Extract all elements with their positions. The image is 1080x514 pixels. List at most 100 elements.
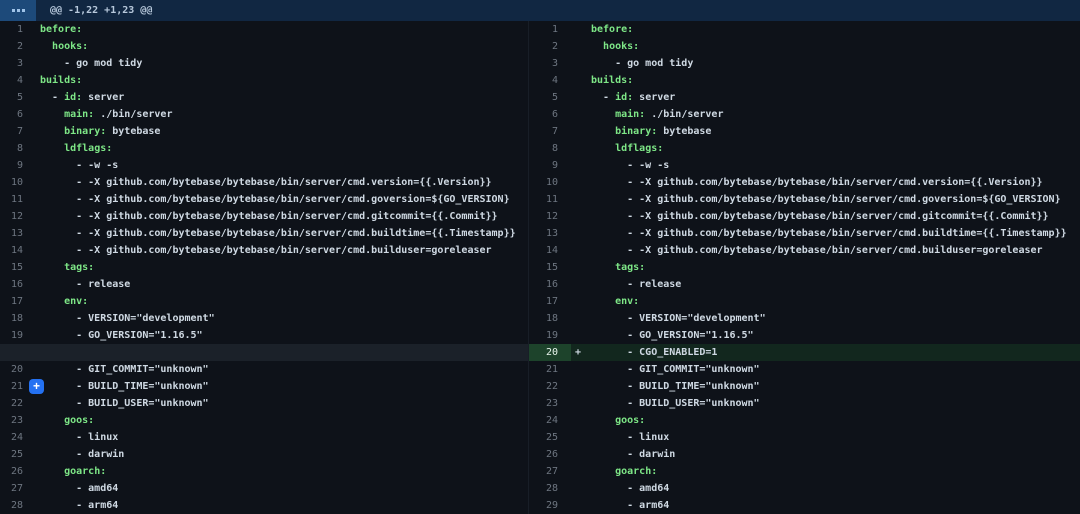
code-text: - -X github.com/bytebase/bytebase/bin/se… — [40, 194, 510, 205]
line-number[interactable]: 22 — [529, 378, 571, 395]
line-number[interactable]: 26 — [0, 463, 28, 480]
expand-hunk-button[interactable] — [0, 0, 36, 21]
diff-row-new: 7 binary: bytebase — [529, 123, 1080, 140]
line-number[interactable]: 10 — [529, 174, 571, 191]
code-text — [40, 415, 64, 426]
line-number[interactable]: 13 — [529, 225, 571, 242]
line-number[interactable]: 3 — [529, 55, 571, 72]
line-number[interactable]: 17 — [0, 293, 28, 310]
hunk-header-bar: @@ -1,22 +1,23 @@ — [0, 0, 1080, 21]
line-number[interactable]: 11 — [0, 191, 28, 208]
line-number[interactable]: 14 — [0, 242, 28, 259]
line-number[interactable]: 7 — [529, 123, 571, 140]
line-number[interactable]: 22 — [0, 395, 28, 412]
yaml-key: hooks: — [52, 41, 88, 52]
line-code: - -X github.com/bytebase/bytebase/bin/se… — [591, 208, 1080, 225]
line-number[interactable]: 16 — [529, 276, 571, 293]
diff-marker — [28, 140, 40, 157]
line-number[interactable]: 5 — [529, 89, 571, 106]
diff-row-old: 11 - -X github.com/bytebase/bytebase/bin… — [0, 191, 528, 208]
line-number[interactable]: 4 — [0, 72, 28, 89]
line-code: tags: — [591, 259, 1080, 276]
code-text: server — [82, 92, 124, 103]
line-number[interactable]: 27 — [529, 463, 571, 480]
diff-marker — [28, 38, 40, 55]
diff-marker — [28, 72, 40, 89]
line-number[interactable]: 26 — [529, 446, 571, 463]
line-number[interactable]: 18 — [529, 310, 571, 327]
line-number[interactable]: 2 — [529, 38, 571, 55]
line-number[interactable]: 16 — [0, 276, 28, 293]
line-number[interactable]: 24 — [529, 412, 571, 429]
code-text: - go mod tidy — [591, 58, 693, 69]
line-number[interactable]: 8 — [0, 140, 28, 157]
diff-row-new: 19 - GO_VERSION="1.16.5" — [529, 327, 1080, 344]
line-code: - release — [40, 276, 528, 293]
line-number[interactable]: 3 — [0, 55, 28, 72]
code-text — [591, 466, 615, 477]
line-number[interactable]: 10 — [0, 174, 28, 191]
line-number[interactable]: 17 — [529, 293, 571, 310]
yaml-key: env: — [64, 296, 88, 307]
line-number[interactable]: 9 — [529, 157, 571, 174]
line-number[interactable]: 11 — [529, 191, 571, 208]
line-number[interactable]: 4 — [529, 72, 571, 89]
diff-row-new: 28 - amd64 — [529, 480, 1080, 497]
line-number[interactable]: 8 — [529, 140, 571, 157]
add-comment-button[interactable]: + — [29, 379, 44, 394]
code-text: ./bin/server — [94, 109, 172, 120]
line-number[interactable]: 7 — [0, 123, 28, 140]
diff-marker — [571, 191, 591, 208]
diff-row-old: 8 ldflags: — [0, 140, 528, 157]
diff-row-new: 4builds: — [529, 72, 1080, 89]
line-number[interactable]: 29 — [529, 497, 571, 514]
diff-marker — [28, 208, 40, 225]
line-number[interactable]: 21 — [529, 361, 571, 378]
code-text: - — [591, 92, 615, 103]
line-number[interactable]: 15 — [0, 259, 28, 276]
line-number[interactable]: 14 — [529, 242, 571, 259]
line-number[interactable]: 1 — [0, 21, 28, 38]
diff-row-old: 17 env: — [0, 293, 528, 310]
line-number[interactable]: 23 — [529, 395, 571, 412]
code-text: - BUILD_USER="unknown" — [40, 398, 209, 409]
diff-marker — [28, 429, 40, 446]
diff-marker — [571, 276, 591, 293]
line-number[interactable]: 21+ — [0, 378, 28, 395]
line-number[interactable]: 28 — [529, 480, 571, 497]
line-number[interactable]: 1 — [529, 21, 571, 38]
line-code: hooks: — [40, 38, 528, 55]
line-number[interactable]: 9 — [0, 157, 28, 174]
line-number[interactable]: 6 — [529, 106, 571, 123]
code-text: - arm64 — [591, 500, 669, 511]
yaml-key: goarch: — [64, 466, 106, 477]
line-number[interactable]: 6 — [0, 106, 28, 123]
line-number[interactable]: 25 — [529, 429, 571, 446]
code-text — [591, 126, 615, 137]
line-number[interactable]: 19 — [0, 327, 28, 344]
line-number[interactable]: 28 — [0, 497, 28, 514]
diff-marker — [571, 242, 591, 259]
line-number[interactable]: 27 — [0, 480, 28, 497]
line-number[interactable]: 20 — [0, 361, 28, 378]
diff-row-new: 25 - linux — [529, 429, 1080, 446]
line-number[interactable]: 13 — [0, 225, 28, 242]
line-number[interactable]: 5 — [0, 89, 28, 106]
line-number[interactable]: 24 — [0, 429, 28, 446]
line-number[interactable]: 19 — [529, 327, 571, 344]
line-number[interactable]: 12 — [0, 208, 28, 225]
line-number[interactable]: 12 — [529, 208, 571, 225]
diff-marker — [571, 412, 591, 429]
diff-marker — [571, 89, 591, 106]
line-number[interactable]: 2 — [0, 38, 28, 55]
line-number[interactable]: 20 — [529, 344, 571, 361]
line-number[interactable]: 18 — [0, 310, 28, 327]
line-number[interactable]: 25 — [0, 446, 28, 463]
line-number[interactable]: 23 — [0, 412, 28, 429]
line-code: - amd64 — [40, 480, 528, 497]
yaml-key: ldflags: — [615, 143, 663, 154]
diff-marker — [571, 140, 591, 157]
code-text: - VERSION="development" — [591, 313, 766, 324]
code-text: - BUILD_TIME="unknown" — [591, 381, 760, 392]
line-number[interactable]: 15 — [529, 259, 571, 276]
